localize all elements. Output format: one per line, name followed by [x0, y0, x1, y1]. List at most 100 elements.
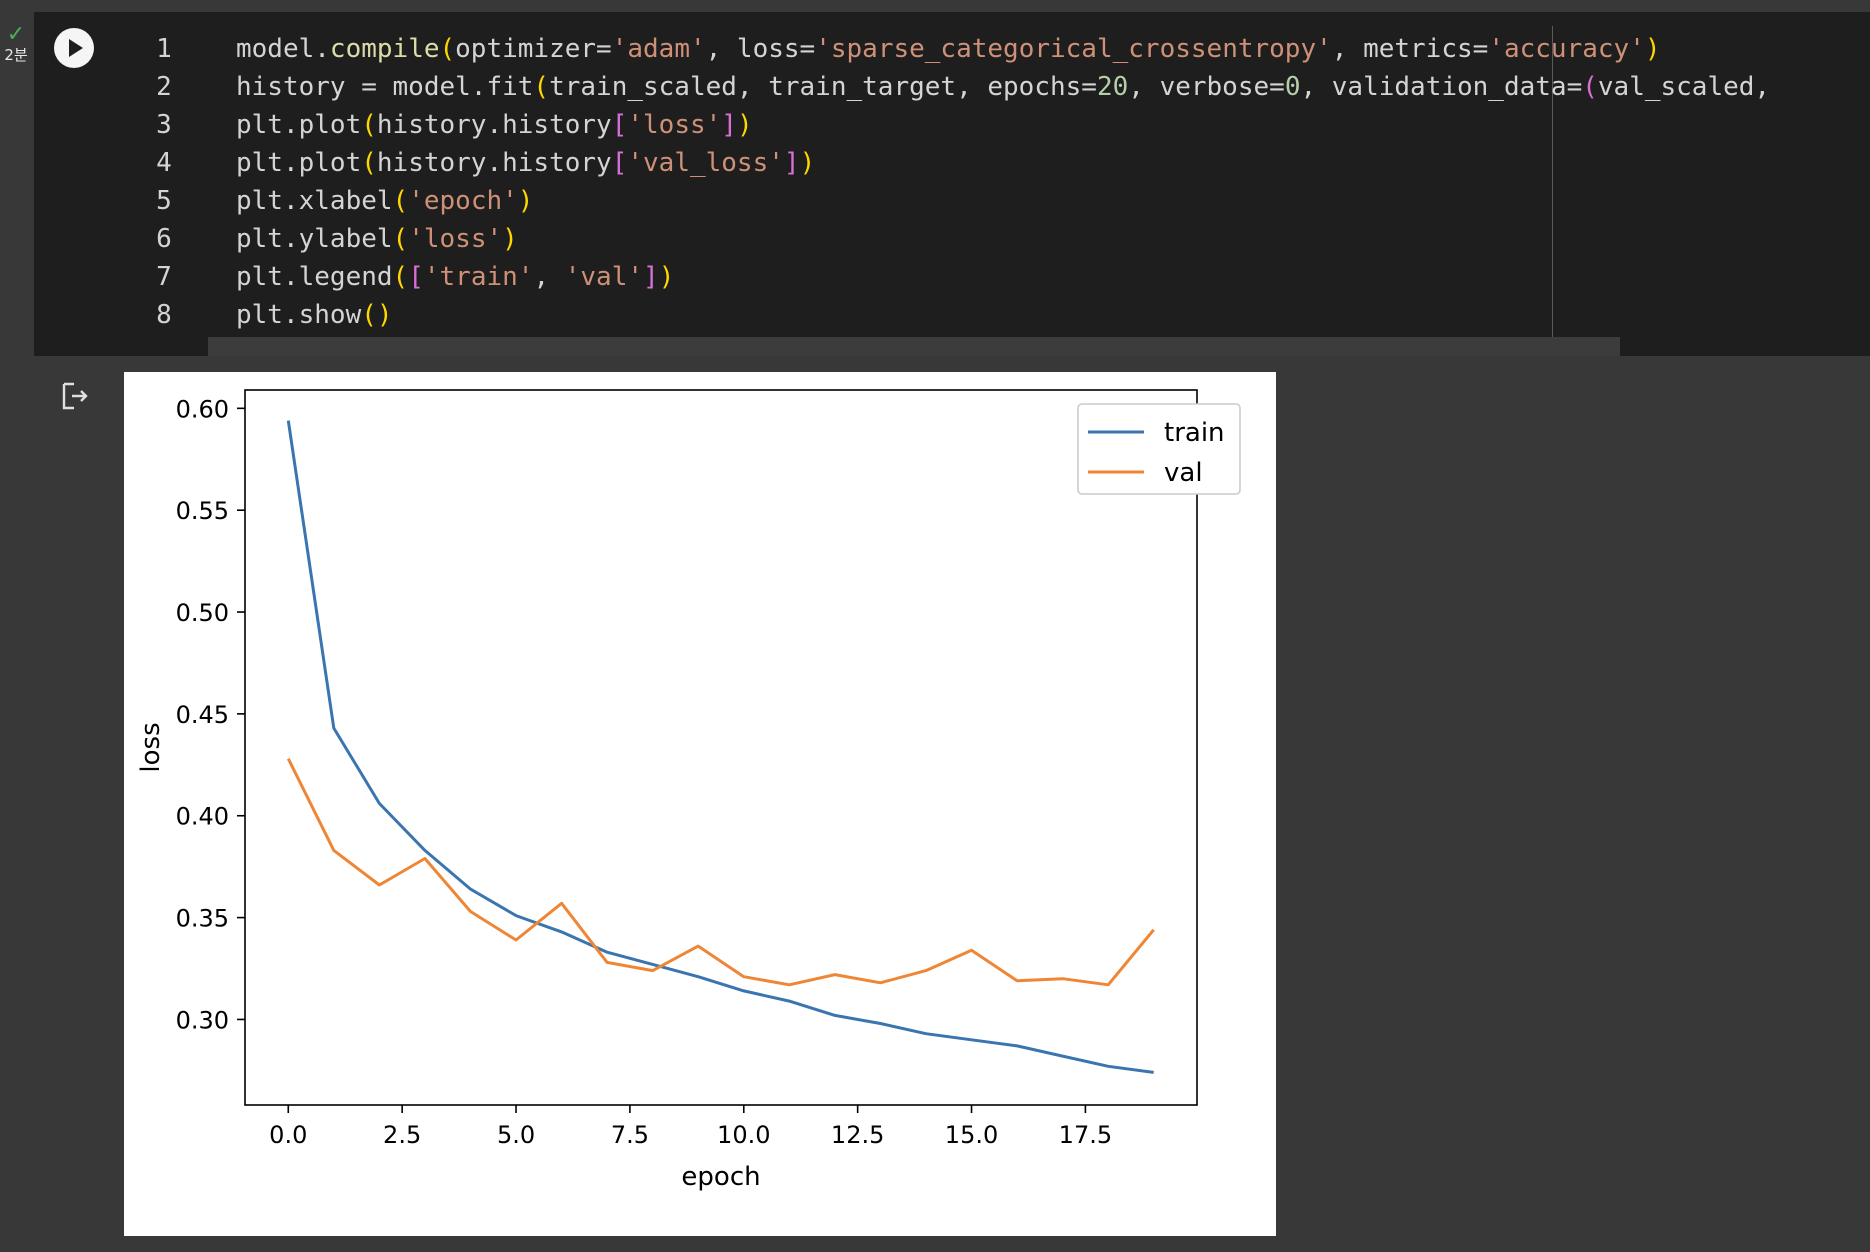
code-token: [: [611, 110, 628, 140]
code-token: ): [1644, 34, 1661, 64]
code-line[interactable]: 5 plt.xlabel('epoch'): [134, 182, 1870, 220]
code-token: plt.xlabel: [236, 186, 393, 216]
code-token: 'train': [423, 262, 534, 292]
x-tick-label: 12.5: [831, 1121, 884, 1149]
line-number: 3: [156, 110, 172, 140]
code-token: train_scaled, train_target, epochs=: [549, 72, 1097, 102]
execution-time: 2분: [4, 46, 28, 64]
code-token: , verbose=: [1128, 72, 1285, 102]
code-token: (: [361, 110, 377, 140]
y-tick-label: 0.55: [176, 497, 229, 525]
code-token: 0: [1284, 72, 1301, 102]
code-token: ): [502, 224, 518, 254]
x-axis: 0.0 2.5 5.0 7.5 10.0 12.5 15.0 17.5: [269, 1105, 1112, 1149]
code-token: (: [392, 186, 409, 216]
y-tick-label: 0.45: [176, 701, 229, 729]
code-token: (: [439, 34, 456, 64]
code-token: (: [392, 262, 409, 292]
execution-status: ✓ 2분: [0, 24, 32, 63]
code-line[interactable]: 6 plt.ylabel('loss'): [134, 220, 1870, 258]
code-token: model.: [236, 34, 330, 64]
line-number: 8: [156, 300, 172, 330]
code-token: 'accuracy': [1488, 34, 1645, 64]
code-token: , loss=: [705, 34, 816, 64]
output-figure: 0.30 0.35 0.40 0.45 0.50 0.55 0.60 0.0 2.5 5.0 7.…: [124, 372, 1276, 1236]
code-token: ]: [643, 262, 659, 292]
y-tick-label: 0.50: [176, 599, 229, 627]
horizontal-scrollbar[interactable]: [208, 337, 1620, 356]
code-token: compile: [329, 34, 440, 64]
loss-chart: 0.30 0.35 0.40 0.45 0.50 0.55 0.60 0.0 2.5 5.0 7.…: [136, 389, 1241, 1192]
legend-label-train: train: [1164, 418, 1225, 448]
code-token: 'loss': [408, 224, 503, 254]
code-token: plt.legend: [236, 262, 393, 292]
code-token: ]: [721, 110, 737, 140]
code-line[interactable]: 4 plt.plot(history.history['val_loss']): [134, 144, 1870, 182]
code-line[interactable]: 8 plt.show(): [134, 296, 1870, 334]
series-line-val: [286, 758, 1155, 987]
code-token: 'sparse_categorical_crossentropy': [815, 34, 1332, 64]
code-token: (: [361, 148, 377, 178]
code-token: plt.plot: [236, 148, 362, 178]
x-tick-label: 17.5: [1059, 1121, 1112, 1149]
code-editor[interactable]: 1 model.compile(optimizer='adam', loss='s…: [134, 30, 1870, 334]
series-line-train: [286, 420, 1154, 1074]
code-token: 'val_loss': [627, 148, 784, 178]
output-redirect-icon[interactable]: [60, 380, 92, 412]
code-token: val_scaled,: [1597, 72, 1786, 102]
code-line[interactable]: 1 model.compile(optimizer='adam', loss='s…: [134, 30, 1870, 68]
y-tick-label: 0.35: [176, 905, 229, 933]
x-tick-label: 5.0: [497, 1121, 535, 1149]
line-number: 7: [156, 262, 172, 292]
x-tick-label: 0.0: [269, 1121, 307, 1149]
code-token: ): [736, 110, 753, 140]
x-tick-label: 7.5: [611, 1121, 649, 1149]
line-number: 5: [156, 186, 172, 216]
code-line[interactable]: 3 plt.plot(history.history['loss']): [134, 106, 1870, 144]
code-token: [: [611, 148, 628, 178]
code-token: ): [799, 148, 816, 178]
code-token: (: [361, 300, 377, 330]
code-token: 'epoch': [408, 186, 518, 216]
code-line[interactable]: 2 history = model.fit(train_scaled, train…: [134, 68, 1870, 106]
code-token: ): [376, 300, 393, 330]
code-token: (: [392, 224, 409, 254]
notebook: ✓ 2분 1 model.compile(optimizer='adam', lo…: [0, 0, 1870, 1252]
line-number: 6: [156, 224, 172, 254]
code-token: , metrics=: [1331, 34, 1489, 64]
code-line[interactable]: 7 plt.legend(['train', 'val']): [134, 258, 1870, 296]
code-token: plt.plot: [236, 110, 362, 140]
play-icon: [69, 39, 83, 57]
code-token: plt.ylabel: [236, 224, 393, 254]
line-number: 4: [156, 148, 172, 178]
code-token: ): [517, 186, 534, 216]
code-token: history.history: [376, 110, 612, 140]
x-tick-label: 2.5: [383, 1121, 421, 1149]
code-token: 'val': [564, 262, 644, 292]
x-tick-label: 10.0: [717, 1121, 770, 1149]
y-tick-label: 0.60: [176, 395, 229, 423]
code-token: [: [408, 262, 424, 292]
code-token: (: [1582, 72, 1598, 102]
code-token: history.history: [376, 148, 612, 178]
run-cell-button[interactable]: [54, 28, 94, 68]
plot-area: [244, 389, 1198, 1106]
x-tick-label: 15.0: [945, 1121, 998, 1149]
x-axis-label: epoch: [681, 1162, 760, 1192]
code-token: (: [533, 72, 550, 102]
code-token: ,: [533, 262, 565, 292]
line-number: 2: [156, 72, 172, 102]
code-token: plt.show: [236, 300, 362, 330]
code-token: ): [658, 262, 675, 292]
code-token: 'loss': [627, 110, 722, 140]
y-axis-label: loss: [136, 722, 166, 772]
code-token: 'adam': [611, 34, 706, 64]
code-token: ]: [783, 148, 800, 178]
y-tick-label: 0.40: [176, 803, 229, 831]
check-icon: ✓: [6, 22, 26, 47]
y-axis: 0.30 0.35 0.40 0.45 0.50 0.55 0.60: [176, 395, 245, 1034]
code-token: optimizer=: [455, 34, 612, 64]
legend-label-val: val: [1164, 458, 1203, 488]
code-token: 20: [1096, 72, 1129, 102]
code-cell[interactable]: 1 model.compile(optimizer='adam', loss='s…: [34, 12, 1870, 356]
